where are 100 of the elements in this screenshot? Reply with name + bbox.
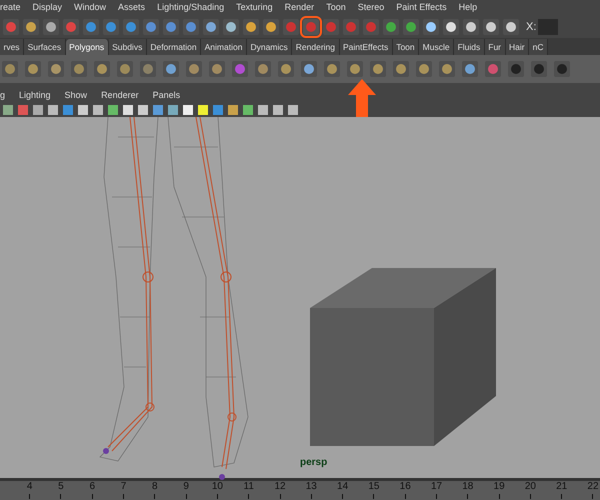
shelf-tab[interactable]: Subdivs	[108, 39, 147, 55]
shelf-tab[interactable]: Hair	[506, 39, 530, 55]
menu-item[interactable]: reate	[0, 1, 21, 15]
shelf-icon[interactable]	[553, 60, 571, 78]
panel-toolbar-icon[interactable]	[2, 104, 14, 116]
shelf-icon[interactable]	[70, 60, 88, 78]
frame-number: 5	[58, 481, 64, 493]
shelf-icon[interactable]	[93, 60, 111, 78]
toolbar-icon[interactable]	[42, 18, 60, 36]
shelf-icon[interactable]	[162, 60, 180, 78]
toolbar-icon[interactable]	[242, 18, 260, 36]
shelf-tab[interactable]: Polygons	[66, 39, 109, 55]
shelf-tab[interactable]: Toon	[392, 39, 420, 55]
toolbar-icon[interactable]	[262, 18, 280, 36]
panel-toolbar-icon[interactable]	[167, 104, 179, 116]
toolbar-icon[interactable]	[202, 18, 220, 36]
shelf-tab[interactable]: Surfaces	[24, 39, 66, 55]
menu-item[interactable]: Lighting/Shading	[157, 1, 224, 15]
shelf-tab[interactable]: Fur	[484, 39, 506, 55]
shelf-icon[interactable]	[208, 60, 226, 78]
arrow-annotation	[348, 79, 376, 117]
toolbar-icon[interactable]	[22, 18, 40, 36]
menu-item[interactable]: Help	[458, 1, 478, 15]
shelf-tab[interactable]: PaintEffects	[340, 39, 393, 55]
shelf-icon[interactable]	[415, 60, 433, 78]
shelf-icon[interactable]	[369, 60, 387, 78]
input-field[interactable]	[538, 19, 558, 35]
panel-toolbar-icon[interactable]	[227, 104, 239, 116]
shelf-tab[interactable]: Rendering	[292, 39, 340, 55]
toolbar-icon[interactable]	[402, 18, 420, 36]
shelf-icon[interactable]	[139, 60, 157, 78]
shelf-icon[interactable]	[47, 60, 65, 78]
shelf-icon[interactable]	[116, 60, 134, 78]
panel-toolbar-icon[interactable]	[272, 104, 284, 116]
frame-number: 10	[212, 481, 223, 493]
shelf-icon[interactable]	[231, 60, 249, 78]
shelf-icon[interactable]	[300, 60, 318, 78]
shelf-icon[interactable]	[392, 60, 410, 78]
panel-toolbar-icon[interactable]	[197, 104, 209, 116]
shelf-tab[interactable]: Dynamics	[246, 39, 292, 55]
toolbar-icon[interactable]	[162, 18, 180, 36]
menu-item[interactable]: Paint Effects	[396, 1, 447, 15]
toolbar-icon[interactable]	[302, 18, 320, 36]
shelf-icon[interactable]	[484, 60, 502, 78]
shelf-tab[interactable]: rves	[0, 39, 24, 55]
shelf-icon[interactable]	[461, 60, 479, 78]
shelf-tab[interactable]: nC	[529, 39, 548, 55]
panel-toolbar-icon[interactable]	[137, 104, 149, 116]
shelf-icon[interactable]	[507, 60, 525, 78]
panel-toolbar-icon[interactable]	[92, 104, 104, 116]
panel-toolbar-icon[interactable]	[107, 104, 119, 116]
shelf-icon[interactable]	[530, 60, 548, 78]
shelf-icon[interactable]	[438, 60, 456, 78]
menu-item[interactable]: Renderer	[101, 88, 139, 102]
frame-number: 12	[274, 481, 286, 493]
menu-item[interactable]: Render	[284, 1, 314, 15]
panel-toolbar-icon[interactable]	[122, 104, 134, 116]
panel-toolbar-icon[interactable]	[182, 104, 194, 116]
menu-item[interactable]: Texturing	[236, 1, 273, 15]
toolbar-icon[interactable]	[462, 18, 480, 36]
shelf-icon[interactable]	[254, 60, 272, 78]
frame-number: 17	[430, 481, 442, 493]
toolbar-icon[interactable]	[182, 18, 200, 36]
shelf-icon[interactable]	[323, 60, 341, 78]
shelf-icon[interactable]	[24, 60, 42, 78]
toolbar-icon[interactable]	[142, 18, 160, 36]
shelf-icon[interactable]	[346, 60, 364, 78]
viewport[interactable]: persp	[0, 117, 600, 478]
shelf-icon[interactable]	[277, 60, 295, 78]
panel-toolbar-icon[interactable]	[287, 104, 299, 116]
shelf-tab[interactable]: Animation	[201, 39, 247, 55]
panel-toolbar-icon[interactable]	[242, 104, 254, 116]
frame-number: 21	[556, 481, 568, 493]
menu-item[interactable]: Display	[32, 1, 62, 15]
shelf-tab[interactable]: Muscle	[419, 39, 454, 55]
menu-item[interactable]: Toon	[326, 1, 346, 15]
panel-toolbar-icon[interactable]	[77, 104, 89, 116]
shelf-icon[interactable]	[1, 60, 19, 78]
toolbar-icon[interactable]	[442, 18, 460, 36]
toolbar-icon[interactable]	[382, 18, 400, 36]
shelf-tab[interactable]: Fluids	[454, 39, 485, 55]
menu-item[interactable]: g	[0, 88, 6, 102]
toolbar-icon[interactable]	[222, 18, 240, 36]
menu-item[interactable]: Lighting	[19, 88, 51, 102]
menu-item[interactable]: Assets	[118, 1, 146, 15]
field-label: X:	[526, 20, 536, 35]
shelf-icon[interactable]	[185, 60, 203, 78]
panel-toolbar-icon[interactable]	[32, 104, 44, 116]
panel-toolbar-icon[interactable]	[47, 104, 59, 116]
toolbar-icon[interactable]	[482, 18, 500, 36]
toolbar-icon[interactable]	[422, 18, 440, 36]
shelf-tab[interactable]: Deformation	[146, 39, 202, 55]
menu-item[interactable]: Show	[64, 88, 88, 102]
menu-item[interactable]: Panels	[152, 88, 180, 102]
menu-item[interactable]: Stereo	[358, 1, 384, 15]
frame-number: 7	[120, 481, 126, 493]
panel-toolbar-icon[interactable]	[257, 104, 269, 116]
toolbar-icon[interactable]	[502, 18, 520, 36]
menu-item[interactable]: Window	[74, 1, 106, 15]
frame-number: 22	[587, 481, 599, 493]
